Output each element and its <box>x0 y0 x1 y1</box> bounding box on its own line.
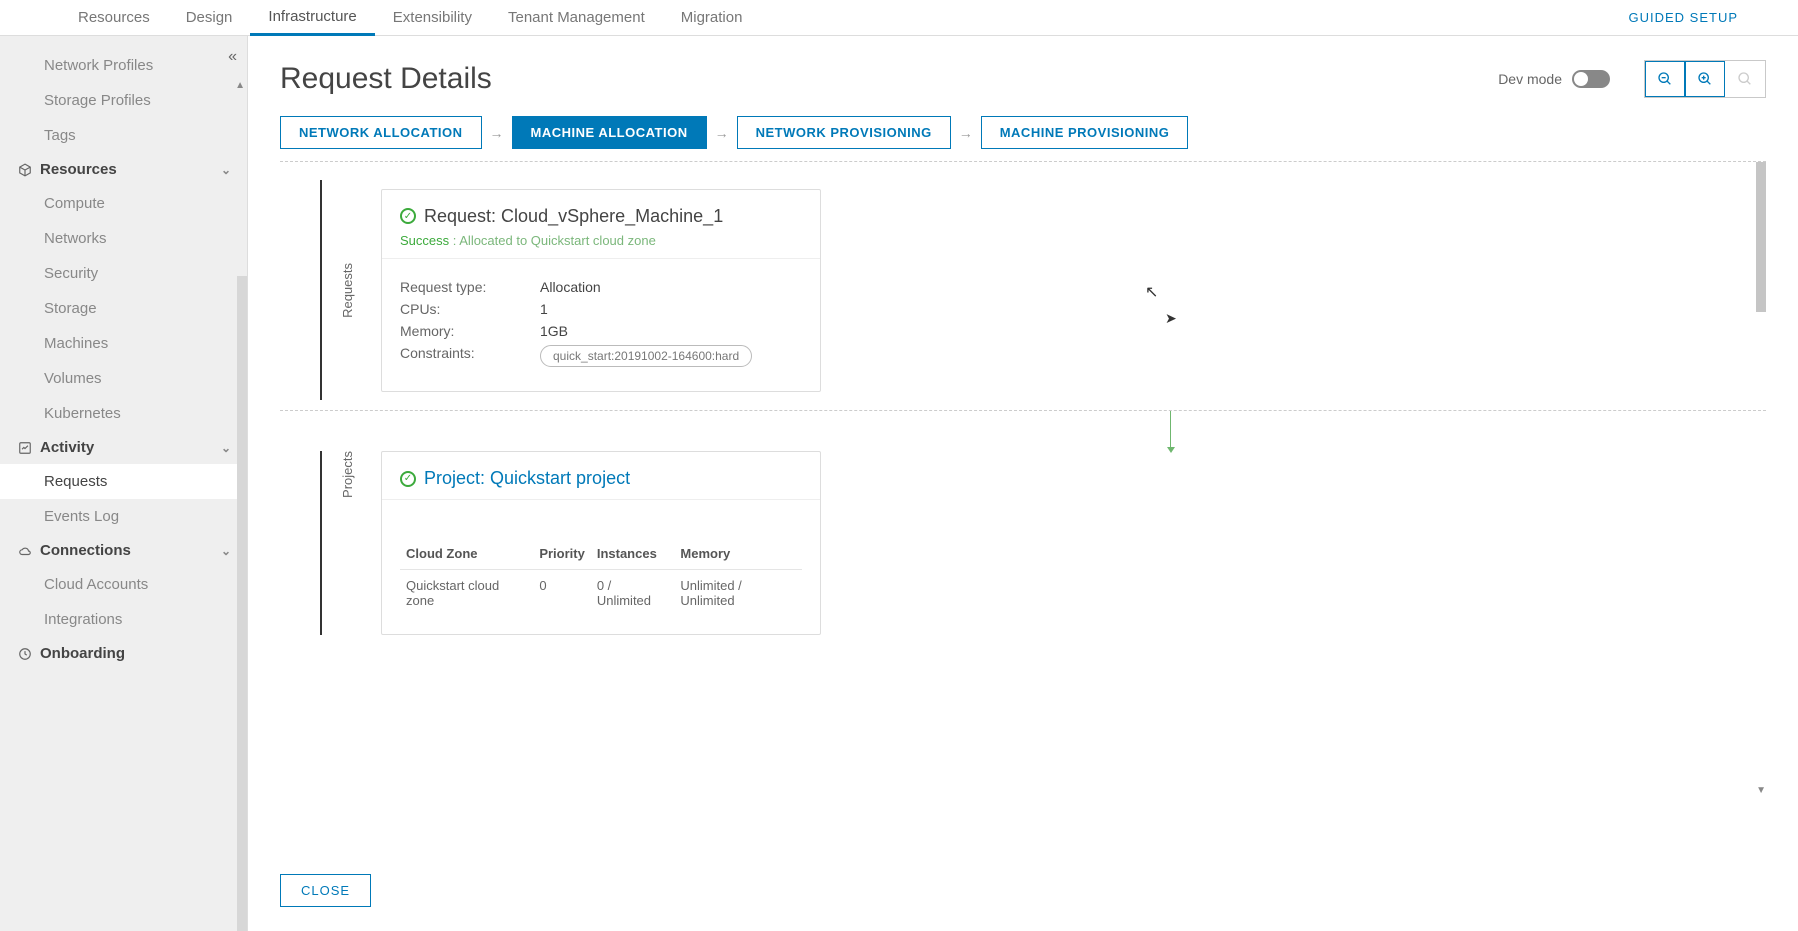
sidebar-item-storage-profiles[interactable]: Storage Profiles <box>0 83 247 118</box>
nav-migration[interactable]: Migration <box>663 1 761 34</box>
top-nav: Resources Design Infrastructure Extensib… <box>0 0 1798 36</box>
chevron-down-icon: ⌄ <box>221 441 231 455</box>
success-icon: ✓ <box>400 471 416 487</box>
dev-mode-toggle[interactable] <box>1572 70 1610 88</box>
rail-label-projects: Projects <box>334 451 361 558</box>
request-card[interactable]: ✓ Request: Cloud_vSphere_Machine_1 Succe… <box>381 189 821 392</box>
cell-instances: 0 / Unlimited <box>591 570 675 617</box>
sidebar-section-label: Activity <box>40 439 94 456</box>
kv-value: 1GB <box>540 323 568 339</box>
project-title[interactable]: Project: Quickstart project <box>424 468 630 489</box>
table-row[interactable]: Quickstart cloud zone 0 0 / Unlimited Un… <box>400 570 802 617</box>
cell-memory: Unlimited / Unlimited <box>674 570 802 617</box>
sidebar-item-network-profiles[interactable]: Network Profiles <box>0 48 247 83</box>
arrow-right-icon: → <box>715 125 729 141</box>
sidebar-item-events-log[interactable]: Events Log <box>0 499 247 534</box>
zoom-out-button[interactable] <box>1645 61 1685 97</box>
scroll-up-icon[interactable]: ▲ <box>235 80 245 91</box>
nav-tenant-management[interactable]: Tenant Management <box>490 1 663 34</box>
main-content: Request Details Dev mode NETW <box>248 36 1798 931</box>
cell-zone: Quickstart cloud zone <box>400 570 533 617</box>
project-card[interactable]: ✓ Project: Quickstart project Cloud Zon <box>381 451 821 635</box>
page-title: Request Details <box>280 62 492 96</box>
sidebar-item-machines[interactable]: Machines <box>0 326 247 361</box>
col-memory: Memory <box>674 538 802 570</box>
nav-extensibility[interactable]: Extensibility <box>375 1 490 34</box>
cell-priority: 0 <box>533 570 591 617</box>
sidebar-section-label: Onboarding <box>40 645 125 662</box>
success-icon: ✓ <box>400 208 416 224</box>
cloud-icon <box>16 544 34 558</box>
sidebar-section-activity[interactable]: Activity ⌄ <box>0 431 247 464</box>
scroll-down-icon[interactable]: ▼ <box>1756 785 1766 796</box>
sidebar-item-cloud-accounts[interactable]: Cloud Accounts <box>0 567 247 602</box>
zoom-controls <box>1644 60 1766 98</box>
zoom-in-button[interactable] <box>1685 61 1725 97</box>
kv-label: Constraints: <box>400 345 540 367</box>
sidebar-section-connections[interactable]: Connections ⌄ <box>0 534 247 567</box>
sidebar: « ▲ Network Profiles Storage Profiles Ta… <box>0 36 248 931</box>
zoom-reset-button <box>1725 61 1765 97</box>
onboarding-icon <box>16 647 34 661</box>
col-priority: Priority <box>533 538 591 570</box>
chevron-down-icon: ⌄ <box>221 163 231 177</box>
project-table: Cloud Zone Priority Instances Memory Qui… <box>400 538 802 616</box>
sidebar-item-compute[interactable]: Compute <box>0 186 247 221</box>
sidebar-section-onboarding[interactable]: Onboarding <box>0 637 247 670</box>
col-cloud-zone: Cloud Zone <box>400 538 533 570</box>
sidebar-section-label: Connections <box>40 542 131 559</box>
kv-value: 1 <box>540 301 548 317</box>
step-bar: NETWORK ALLOCATION → MACHINE ALLOCATION … <box>280 116 1766 149</box>
step-machine-allocation[interactable]: MACHINE ALLOCATION <box>512 116 707 149</box>
kv-label: Request type: <box>400 279 540 295</box>
kv-label: CPUs: <box>400 301 540 317</box>
sidebar-item-storage[interactable]: Storage <box>0 291 247 326</box>
nav-infrastructure[interactable]: Infrastructure <box>250 0 374 36</box>
chevron-down-icon: ⌄ <box>221 544 231 558</box>
rail-label-requests: Requests <box>334 263 361 318</box>
guided-setup-link[interactable]: GUIDED SETUP <box>1628 10 1738 25</box>
kv-label: Memory: <box>400 323 540 339</box>
col-instances: Instances <box>591 538 675 570</box>
arrow-right-icon: → <box>490 125 504 141</box>
nav-design[interactable]: Design <box>168 1 251 34</box>
sidebar-item-security[interactable]: Security <box>0 256 247 291</box>
constraint-pill[interactable]: quick_start:20191002-164600:hard <box>540 345 752 367</box>
sidebar-item-requests[interactable]: Requests <box>0 464 247 499</box>
sidebar-scrollbar[interactable] <box>237 276 247 931</box>
sidebar-item-kubernetes[interactable]: Kubernetes <box>0 396 247 431</box>
sidebar-item-networks[interactable]: Networks <box>0 221 247 256</box>
sidebar-item-tags[interactable]: Tags <box>0 118 247 153</box>
step-network-allocation[interactable]: NETWORK ALLOCATION <box>280 116 482 149</box>
kv-value: Allocation <box>540 279 601 295</box>
close-button[interactable]: CLOSE <box>280 874 371 907</box>
arrow-right-icon: → <box>959 125 973 141</box>
sidebar-section-resources[interactable]: Resources ⌄ <box>0 153 247 186</box>
sidebar-item-integrations[interactable]: Integrations <box>0 602 247 637</box>
nav-resources[interactable]: Resources <box>60 1 168 34</box>
step-machine-provisioning[interactable]: MACHINE PROVISIONING <box>981 116 1189 149</box>
connector-arrow <box>1170 411 1171 451</box>
sidebar-item-volumes[interactable]: Volumes <box>0 361 247 396</box>
step-network-provisioning[interactable]: NETWORK PROVISIONING <box>737 116 951 149</box>
activity-icon <box>16 441 34 455</box>
sidebar-collapse-icon[interactable]: « <box>228 48 237 66</box>
cube-icon <box>16 163 34 177</box>
sidebar-section-label: Resources <box>40 161 117 178</box>
canvas[interactable]: Requests ✓ Request: Cloud_vSphere_Machin… <box>280 161 1766 856</box>
dev-mode-label: Dev mode <box>1498 71 1562 87</box>
request-title: Request: Cloud_vSphere_Machine_1 <box>424 206 723 227</box>
status-line: Success : Allocated to Quickstart cloud … <box>400 233 802 248</box>
